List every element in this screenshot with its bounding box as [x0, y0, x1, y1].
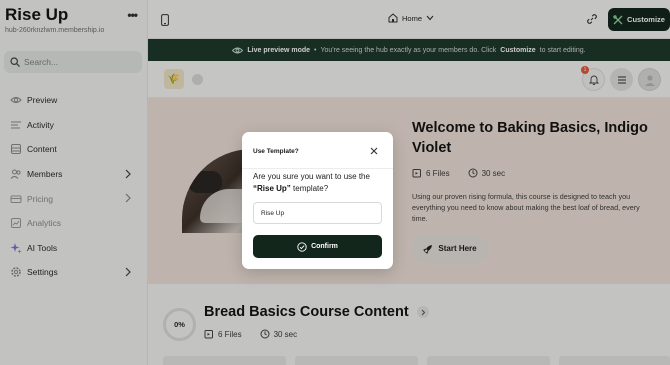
use-template-dialog: Use Template? Are you sure you want to u… — [242, 132, 393, 269]
check-circle-icon — [297, 241, 307, 252]
template-name-field[interactable] — [253, 202, 382, 224]
dialog-header: Use Template? — [242, 132, 393, 169]
confirm-label: Confirm — [311, 243, 338, 250]
dialog-question: Are you sure you want to use the “Rise U… — [253, 171, 383, 195]
close-icon[interactable] — [368, 145, 380, 157]
confirm-button[interactable]: Confirm — [253, 235, 382, 258]
question-suffix: template? — [293, 184, 329, 193]
question-prefix: Are you sure you want to use the — [253, 172, 370, 181]
dialog-title: Use Template? — [253, 148, 299, 155]
template-name: “Rise Up” — [253, 184, 291, 193]
